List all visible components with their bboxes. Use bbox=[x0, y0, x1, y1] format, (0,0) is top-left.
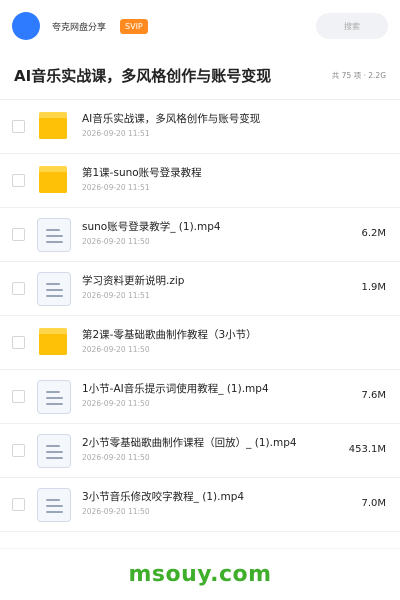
site-watermark: msouy.com bbox=[128, 562, 272, 587]
file-name: 第2课-零基础歌曲制作教程（3小节） bbox=[82, 329, 257, 341]
row-info: 3小节音乐修改咬字教程_ (1).mp4 2026-09-20 11:50 bbox=[82, 490, 332, 517]
file-row[interactable]: 2小节零基础歌曲制作课程（回放）_ (1).mp4 2026-09-20 11:5… bbox=[0, 424, 400, 478]
file-row[interactable]: suno账号登录教学_ (1).mp4 2026-09-20 11:50 6.2M bbox=[0, 208, 400, 262]
row-checkbox[interactable] bbox=[12, 228, 25, 241]
file-row[interactable]: 1小节-AI音乐提示词使用教程_ (1).mp4 2026-09-20 11:50… bbox=[0, 370, 400, 424]
folder-icon bbox=[37, 110, 71, 144]
row-checkbox[interactable] bbox=[12, 444, 25, 457]
folder-icon bbox=[37, 164, 71, 198]
file-name: 1小节-AI音乐提示词使用教程_ (1).mp4 bbox=[82, 383, 269, 395]
file-date: 2026-09-20 11:50 bbox=[82, 453, 150, 462]
file-date: 2026-09-20 11:50 bbox=[82, 237, 150, 246]
file-name: 学习资料更新说明.zip bbox=[82, 275, 185, 287]
file-name: suno账号登录教学_ (1).mp4 bbox=[82, 221, 221, 233]
file-date: 2026-09-20 11:50 bbox=[82, 507, 150, 516]
page: 夸克网盘分享 SVIP 搜索 AI音乐实战课，多风格创作与账号变现 共 75 项… bbox=[0, 0, 400, 600]
row-info: 第1课-suno账号登录教程 2026-09-20 11:51 bbox=[82, 166, 332, 193]
file-date: 2026-09-20 11:51 bbox=[82, 183, 150, 192]
footer: msouy.com bbox=[0, 548, 400, 600]
row-info: 学习资料更新说明.zip 2026-09-20 11:51 bbox=[82, 274, 332, 301]
file-size: 7.6M bbox=[361, 390, 386, 401]
document-icon bbox=[37, 434, 71, 468]
file-size: 1.9M bbox=[361, 282, 386, 293]
svip-badge: SVIP bbox=[120, 18, 148, 34]
avatar[interactable] bbox=[12, 12, 40, 40]
folder-meta: 共 75 项 · 2.2G bbox=[331, 71, 386, 80]
file-name: 第1课-suno账号登录教程 bbox=[82, 167, 202, 179]
file-size: 453.1M bbox=[348, 444, 386, 455]
search-placeholder: 搜索 bbox=[344, 21, 360, 31]
search-input[interactable]: 搜索 bbox=[316, 13, 388, 39]
row-info: AI音乐实战课，多风格创作与账号变现 2026-09-20 11:51 bbox=[82, 112, 332, 139]
file-row[interactable]: 3小节音乐修改咬字教程_ (1).mp4 2026-09-20 11:50 7.0M bbox=[0, 478, 400, 532]
file-date: 2026-09-20 11:51 bbox=[82, 291, 150, 300]
file-size: 6.2M bbox=[361, 228, 386, 239]
row-checkbox[interactable] bbox=[12, 120, 25, 133]
page-title: AI音乐实战课，多风格创作与账号变现 bbox=[14, 67, 272, 85]
file-name: AI音乐实战课，多风格创作与账号变现 bbox=[82, 113, 261, 125]
folder-row[interactable]: AI音乐实战课，多风格创作与账号变现 2026-09-20 11:51 bbox=[0, 100, 400, 154]
file-date: 2026-09-20 11:50 bbox=[82, 399, 150, 408]
file-name: 2小节零基础歌曲制作课程（回放）_ (1).mp4 bbox=[82, 437, 297, 449]
file-row[interactable]: 学习资料更新说明.zip 2026-09-20 11:51 1.9M bbox=[0, 262, 400, 316]
row-info: 1小节-AI音乐提示词使用教程_ (1).mp4 2026-09-20 11:50 bbox=[82, 382, 332, 409]
row-checkbox[interactable] bbox=[12, 282, 25, 295]
file-date: 2026-09-20 11:50 bbox=[82, 345, 150, 354]
row-checkbox[interactable] bbox=[12, 174, 25, 187]
folder-title-bar: AI音乐实战课，多风格创作与账号变现 共 75 项 · 2.2G bbox=[0, 52, 400, 100]
row-info: suno账号登录教学_ (1).mp4 2026-09-20 11:50 bbox=[82, 220, 332, 247]
row-checkbox[interactable] bbox=[12, 498, 25, 511]
file-date: 2026-09-20 11:51 bbox=[82, 129, 150, 138]
share-title: 夸克网盘分享 bbox=[52, 22, 107, 33]
row-checkbox[interactable] bbox=[12, 390, 25, 403]
row-info: 2小节零基础歌曲制作课程（回放）_ (1).mp4 2026-09-20 11:5… bbox=[82, 436, 332, 463]
file-size: 7.0M bbox=[361, 498, 386, 509]
file-list: AI音乐实战课，多风格创作与账号变现 2026-09-20 11:51 第1课-su… bbox=[0, 100, 400, 532]
document-icon bbox=[37, 488, 71, 522]
row-info: 第2课-零基础歌曲制作教程（3小节） 2026-09-20 11:50 bbox=[82, 328, 332, 355]
header-bar: 夸克网盘分享 SVIP 搜索 bbox=[0, 0, 400, 52]
folder-row[interactable]: 第1课-suno账号登录教程 2026-09-20 11:51 bbox=[0, 154, 400, 208]
file-name: 3小节音乐修改咬字教程_ (1).mp4 bbox=[82, 491, 245, 503]
document-icon bbox=[37, 272, 71, 306]
document-icon bbox=[37, 218, 71, 252]
folder-icon bbox=[37, 326, 71, 360]
document-icon bbox=[37, 380, 71, 414]
row-checkbox[interactable] bbox=[12, 336, 25, 349]
folder-row[interactable]: 第2课-零基础歌曲制作教程（3小节） 2026-09-20 11:50 bbox=[0, 316, 400, 370]
